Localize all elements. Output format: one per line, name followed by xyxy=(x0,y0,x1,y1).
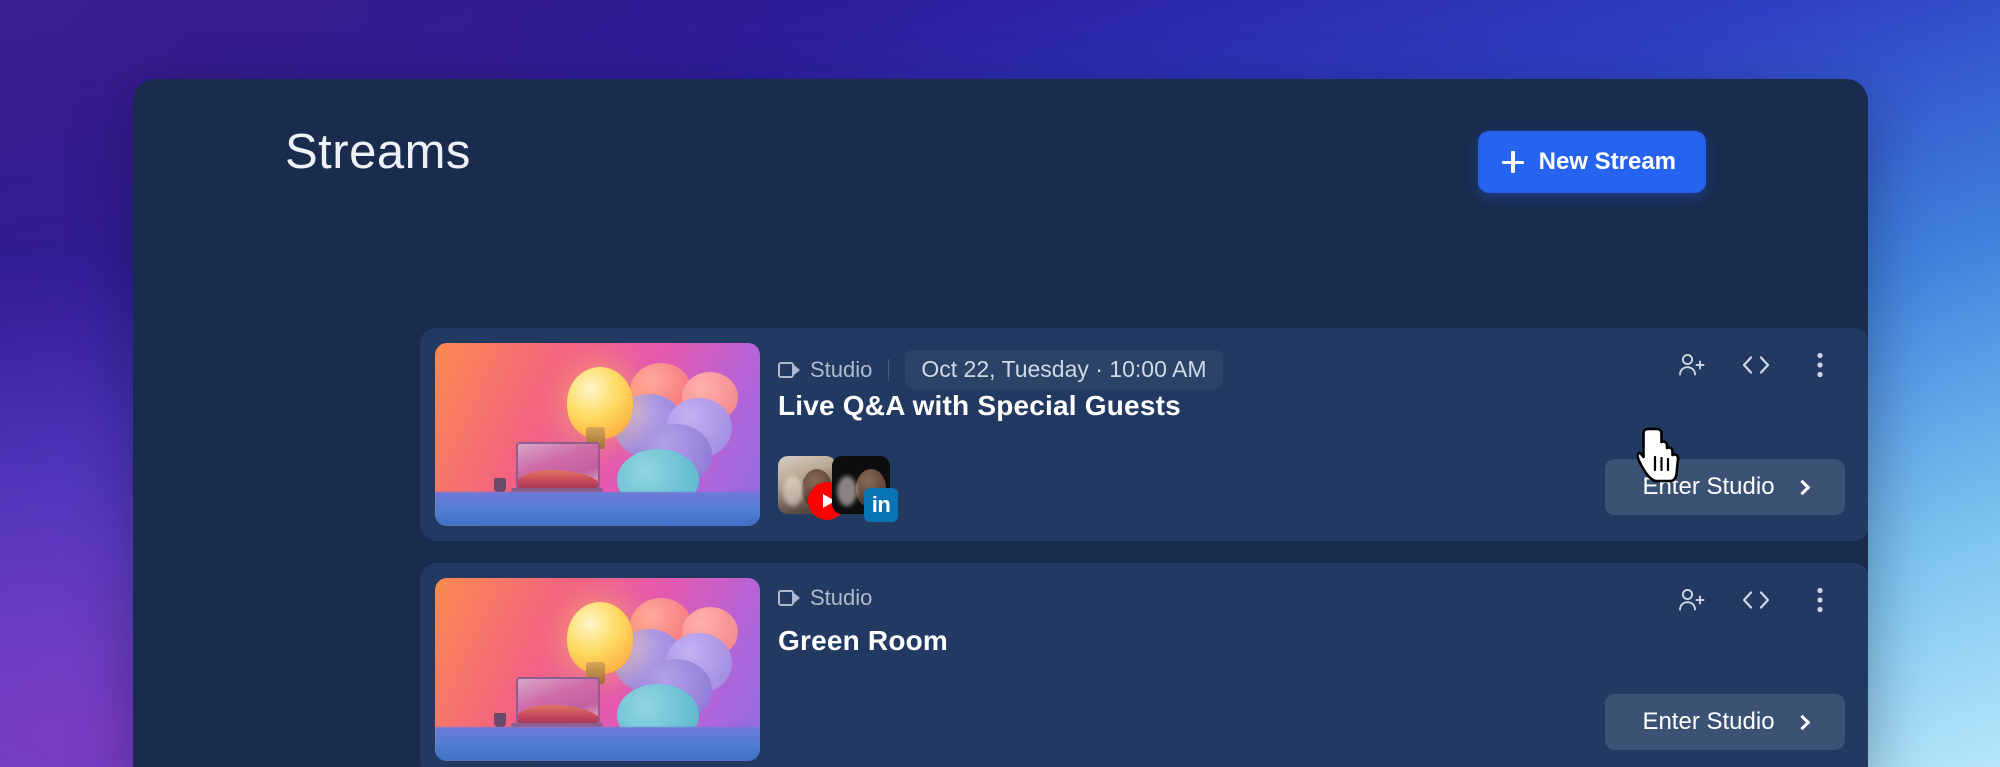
page-title: Streams xyxy=(285,125,471,179)
destination-avatar-linkedin[interactable]: in xyxy=(832,456,898,522)
video-camera-icon xyxy=(778,361,800,378)
enter-studio-label: Enter Studio xyxy=(1642,473,1775,500)
stream-meta-row: Studio xyxy=(778,585,872,611)
person-add-icon[interactable] xyxy=(1677,350,1707,380)
meta-divider xyxy=(888,358,890,381)
plant-graphic xyxy=(493,713,506,728)
new-stream-label: New Stream xyxy=(1538,148,1676,175)
stream-schedule: Oct 22, Tuesday · 10:00 AM xyxy=(905,350,1223,389)
plant-graphic xyxy=(493,478,506,493)
more-vertical-icon[interactable] xyxy=(1805,350,1835,380)
stream-card[interactable]: Studio Green Room Enter Studio xyxy=(420,563,1868,767)
stream-thumbnail[interactable] xyxy=(435,578,760,761)
stream-title: Green Room xyxy=(778,625,949,656)
stream-thumbnail[interactable] xyxy=(435,343,760,526)
stream-card-body: Studio Green Room Enter Studio xyxy=(778,563,1868,767)
new-stream-button[interactable]: New Stream xyxy=(1477,131,1706,193)
stream-kind-label: Studio xyxy=(810,356,873,382)
laptop-graphic xyxy=(516,441,601,490)
streams-list: Studio Oct 22, Tuesday · 10:00 AM Live Q… xyxy=(420,328,1868,767)
stream-card[interactable]: Studio Oct 22, Tuesday · 10:00 AM Live Q… xyxy=(420,328,1868,541)
destination-avatar-youtube[interactable] xyxy=(778,456,846,520)
page-header: Streams New Stream xyxy=(133,79,1868,219)
stream-destinations: in xyxy=(778,456,898,522)
code-brackets-icon[interactable] xyxy=(1741,350,1771,380)
enter-studio-label: Enter Studio xyxy=(1642,708,1775,735)
enter-studio-button[interactable]: Enter Studio xyxy=(1605,459,1845,515)
stream-title: Live Q&A with Special Guests xyxy=(778,390,1181,421)
linkedin-icon: in xyxy=(864,488,898,522)
laptop-base-graphic xyxy=(510,722,603,727)
streams-panel: Streams New Stream Studio Oct 22, Tuesda… xyxy=(133,79,1868,767)
chevron-right-icon xyxy=(1794,714,1810,731)
stream-kind-label: Studio xyxy=(810,585,873,610)
stream-kind: Studio xyxy=(778,585,872,611)
stream-card-body: Studio Oct 22, Tuesday · 10:00 AM Live Q… xyxy=(778,328,1868,541)
stream-kind: Studio xyxy=(778,357,872,383)
floor-graphic xyxy=(435,727,760,761)
stream-card-actions xyxy=(1677,585,1835,615)
chevron-right-icon xyxy=(1794,479,1810,496)
more-vertical-icon[interactable] xyxy=(1805,585,1835,615)
video-camera-icon xyxy=(778,590,800,606)
laptop-graphic xyxy=(516,676,601,725)
floor-graphic xyxy=(435,492,760,526)
stream-meta-row: Studio Oct 22, Tuesday · 10:00 AM xyxy=(778,350,1223,389)
person-add-icon[interactable] xyxy=(1677,585,1707,615)
enter-studio-button[interactable]: Enter Studio xyxy=(1605,694,1845,750)
plus-icon xyxy=(1501,151,1524,173)
stream-card-actions xyxy=(1677,350,1835,380)
laptop-base-graphic xyxy=(510,487,603,492)
code-brackets-icon[interactable] xyxy=(1741,585,1771,615)
